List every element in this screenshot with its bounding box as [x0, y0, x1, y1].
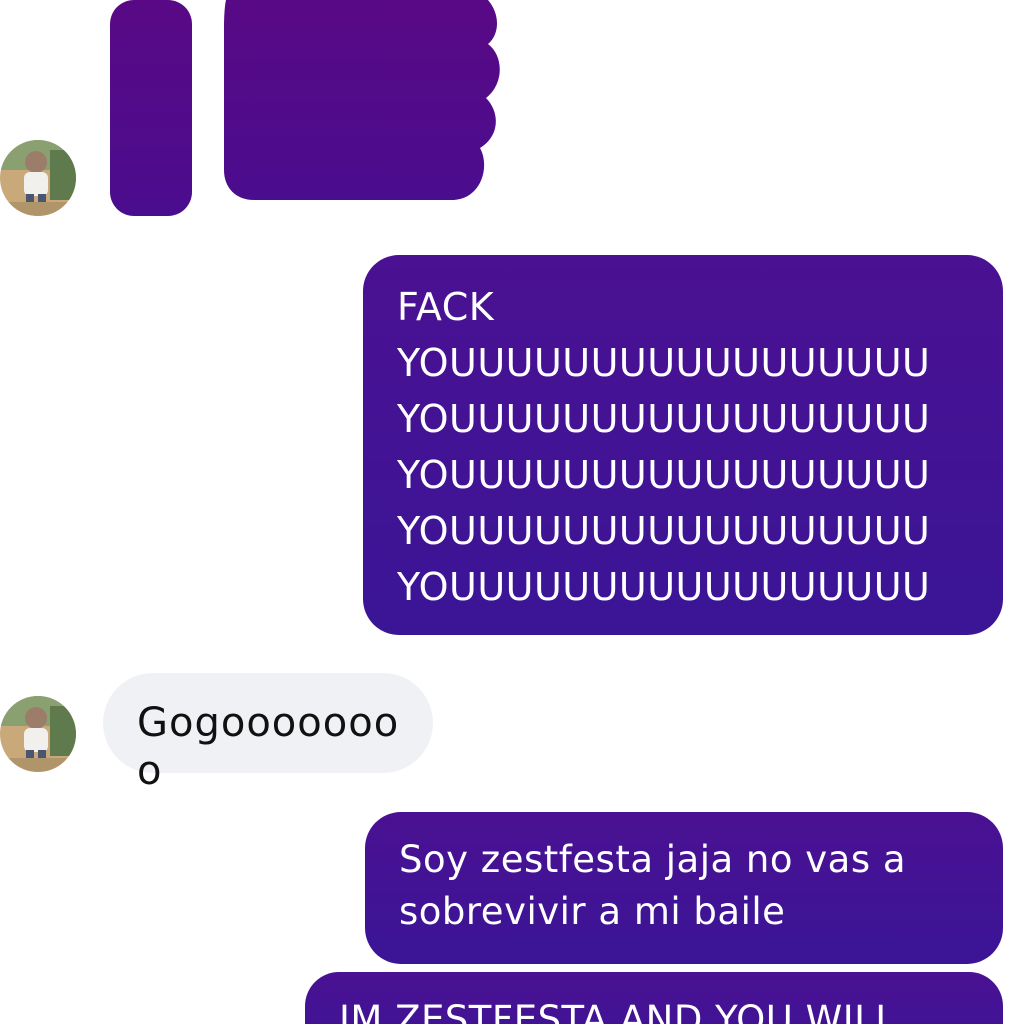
message-text: IM ZESTFESTA AND YOU WILL: [339, 998, 897, 1024]
thumbs-up-icon: [110, 0, 500, 216]
message-bubble-outgoing[interactable]: FACK YOUUUUUUUUUUUUUUUUU YOUUUUUUUUUUUUU…: [363, 255, 1003, 635]
thumbs-up-sticker[interactable]: [108, 0, 508, 220]
message-text: FACK YOUUUUUUUUUUUUUUUUU YOUUUUUUUUUUUUU…: [397, 285, 931, 609]
message-text: Gogoooooooo: [137, 700, 400, 794]
avatar[interactable]: [0, 140, 76, 216]
message-text: Soy zestfesta jaja no vas a sobrevivir a…: [399, 838, 919, 933]
message-bubble-outgoing[interactable]: Soy zestfesta jaja no vas a sobrevivir a…: [365, 812, 1003, 964]
chat-thread[interactable]: FACK YOUUUUUUUUUUUUUUUUU YOUUUUUUUUUUUUU…: [0, 0, 1024, 1024]
message-bubble-incoming[interactable]: Gogoooooooo: [103, 673, 433, 794]
avatar[interactable]: [0, 696, 76, 772]
message-bubble-outgoing[interactable]: IM ZESTFESTA AND YOU WILL: [305, 972, 1003, 1024]
